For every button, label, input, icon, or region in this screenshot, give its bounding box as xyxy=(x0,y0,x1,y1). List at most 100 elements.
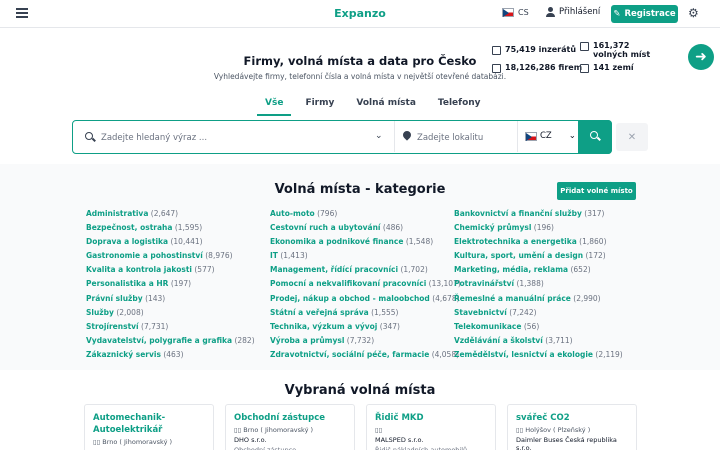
category-count: (577) xyxy=(194,265,215,275)
job-title: Automechanik-Autoelektrikář xyxy=(93,413,166,435)
job-card[interactable]: svářeč CO2 ▯▯ Holýšov ( Plzeňský ) Daimler… xyxy=(507,404,637,450)
category-count: (56) xyxy=(523,321,540,331)
category-link[interactable]: Personalistika a HR xyxy=(86,279,168,288)
category-link[interactable]: Právní služby xyxy=(86,294,143,303)
add-job-button[interactable]: Přidat volné místo xyxy=(557,182,636,200)
category-count: (486) xyxy=(382,223,404,233)
job-card[interactable]: Řidič MKD ▯▯ MALSPED s.r.o. Řidič nákladní… xyxy=(366,404,496,450)
close-icon: ✕ xyxy=(627,131,637,143)
category-link[interactable]: Zákaznický servis xyxy=(86,350,161,359)
category-item: Pomocní a nekvalifikovaní pracovníci (13… xyxy=(270,277,461,291)
category-link[interactable]: Výroba a průmysl xyxy=(270,336,344,345)
category-item: Státní a veřejná správa (1,555) xyxy=(270,306,450,320)
category-column: Auto-moto (796) Cestovní ruch a ubytování… xyxy=(270,207,461,362)
category-count: (2,647) xyxy=(150,209,179,218)
category-link[interactable]: Vydavatelství, polygrafie a grafika xyxy=(86,336,232,345)
category-item: Technika, výzkum a vývoj (347) xyxy=(270,320,450,334)
category-item: Administrativa (2,647) xyxy=(86,207,266,221)
category-item: Výroba a průmysl (7,732) xyxy=(270,334,450,348)
location-input[interactable] xyxy=(417,130,513,146)
category-link[interactable]: Kvalita a kontrola jakosti xyxy=(86,265,192,274)
category-link[interactable]: IT xyxy=(270,251,278,260)
category-link[interactable]: Prodej, nákup a obchod - maloobchod xyxy=(270,294,430,303)
category-link[interactable]: Zemědělství, lesnictví a ekologie xyxy=(454,350,593,359)
category-link[interactable]: Auto-moto xyxy=(270,209,315,218)
menu-icon[interactable] xyxy=(16,8,28,20)
category-link[interactable]: Elektrotechnika a energetika xyxy=(454,237,577,246)
category-link[interactable]: Státní a veřejná správa xyxy=(270,308,369,317)
category-link[interactable]: Stavebnictví xyxy=(454,308,507,317)
country-select[interactable]: CZ ⌄ xyxy=(525,131,576,141)
category-link[interactable]: Technika, výzkum a vývoj xyxy=(270,322,377,331)
category-item: Zdravotnictví, sociální péče, farmacie (… xyxy=(270,348,459,362)
job-location: ▯▯ Brno ( Jihomoravský ) xyxy=(93,438,205,446)
category-count: (1,388) xyxy=(516,279,544,289)
search-input[interactable] xyxy=(101,130,361,146)
category-link[interactable]: Kultura, sport, umění a design xyxy=(454,251,583,260)
stat-value: 75,419 inzerátů xyxy=(505,45,577,54)
job-title: svářeč CO2 xyxy=(516,413,570,423)
category-link[interactable]: Marketing, média, reklama xyxy=(454,265,568,274)
category-item: Kvalita a kontrola jakosti (577) xyxy=(86,263,266,277)
tab-jobs[interactable]: Volná místa xyxy=(348,96,424,116)
category-item: Potravinářství (1,388) xyxy=(454,277,634,291)
category-count: (1,860) xyxy=(579,237,607,247)
category-link[interactable]: Vzdělávání a školství xyxy=(454,336,543,345)
category-link[interactable]: Bankovnictví a finanční služby xyxy=(454,209,582,218)
category-link[interactable]: Cestovní ruch a ubytování xyxy=(270,223,381,232)
category-item: Ekonomika a podnikové finance (1,548) xyxy=(270,235,450,249)
category-link[interactable]: Bezpečnost, ostraha xyxy=(86,223,172,232)
flag-icon: ▯▯ xyxy=(93,438,103,446)
category-link[interactable]: Telekomunikace xyxy=(454,322,521,331)
category-item: Elektrotechnika a energetika (1,860) xyxy=(454,235,634,249)
job-company: Daimler Buses Česká republika s.r.o. xyxy=(516,436,617,450)
brand-link[interactable]: Expanzo xyxy=(334,7,386,20)
job-location: ▯▯ xyxy=(375,426,487,434)
category-count: (7,732) xyxy=(346,335,375,345)
job-card[interactable]: Automechanik-Autoelektrikář ▯▯ Brno ( Jih… xyxy=(84,404,214,450)
categories-section: Volná místa - kategorie Přidat volné mís… xyxy=(0,164,720,370)
czech-flag-icon xyxy=(525,131,537,141)
job-title: Obchodní zástupce xyxy=(234,413,325,423)
category-item: Gastronomie a pohostinství (8,976) xyxy=(86,249,266,263)
search-button[interactable] xyxy=(578,120,612,154)
page-subtitle: Vyhledávejte firmy, telefonní čísla a vo… xyxy=(213,72,507,81)
register-label: Registrace xyxy=(624,9,676,19)
category-link[interactable]: Administrativa xyxy=(86,209,148,218)
clear-button[interactable]: ✕ xyxy=(616,123,648,151)
register-button[interactable]: ✎ Registrace xyxy=(611,5,678,23)
chevron-down-icon[interactable]: ⌄ xyxy=(375,131,383,141)
arrow-right-icon: ➜ xyxy=(695,49,707,65)
category-link[interactable]: Služby xyxy=(86,308,114,317)
login-button[interactable]: Přihlášení xyxy=(546,7,600,17)
category-link[interactable]: Chemický průmysl xyxy=(454,223,531,232)
job-title: Řidič MKD xyxy=(375,413,424,423)
tab-all[interactable]: Vše xyxy=(257,96,292,116)
category-link[interactable]: Management, řídící pracovníci xyxy=(270,265,398,274)
category-link[interactable]: Zdravotnictví, sociální péče, farmacie xyxy=(270,350,429,359)
next-arrow-button[interactable]: ➜ xyxy=(688,44,714,70)
job-location: ▯▯ Brno ( Jihomoravský ) xyxy=(234,426,346,434)
category-link[interactable]: Potravinářství xyxy=(454,279,514,288)
job-location-text: Brno ( Jihomoravský ) xyxy=(102,438,173,446)
category-link[interactable]: Ekonomika a podnikové finance xyxy=(270,237,403,246)
category-link[interactable]: Doprava a logistika xyxy=(86,237,168,246)
category-item: IT (1,413) xyxy=(270,249,450,263)
category-item: Stavebnictví (7,242) xyxy=(454,306,634,320)
category-link[interactable]: Gastronomie a pohostinství xyxy=(86,251,203,260)
category-item: Kultura, sport, umění a design (172) xyxy=(454,249,634,263)
category-item: Zemědělství, lesnictví a ekologie (2,119… xyxy=(454,348,634,362)
tab-companies[interactable]: Firmy xyxy=(297,96,342,116)
category-link[interactable]: Strojírenství xyxy=(86,322,139,331)
category-count: (2,008) xyxy=(116,307,144,317)
job-card[interactable]: Obchodní zástupce ▯▯ Brno ( Jihomoravský … xyxy=(225,404,355,450)
category-link[interactable]: Řemeslné a manuální práce xyxy=(454,294,571,303)
jobs-title: Vybraná volná místa xyxy=(284,383,436,398)
category-item: Právní služby (143) xyxy=(86,292,266,306)
category-link[interactable]: Pomocní a nekvalifikovaní pracovníci xyxy=(270,279,426,288)
stat-companies: 18,126,286 firem xyxy=(492,63,582,73)
language-switcher[interactable]: CS xyxy=(502,8,529,17)
gear-icon[interactable]: ⚙ xyxy=(688,7,699,19)
tab-phones[interactable]: Telefony xyxy=(430,96,489,116)
pencil-icon: ✎ xyxy=(613,9,621,19)
